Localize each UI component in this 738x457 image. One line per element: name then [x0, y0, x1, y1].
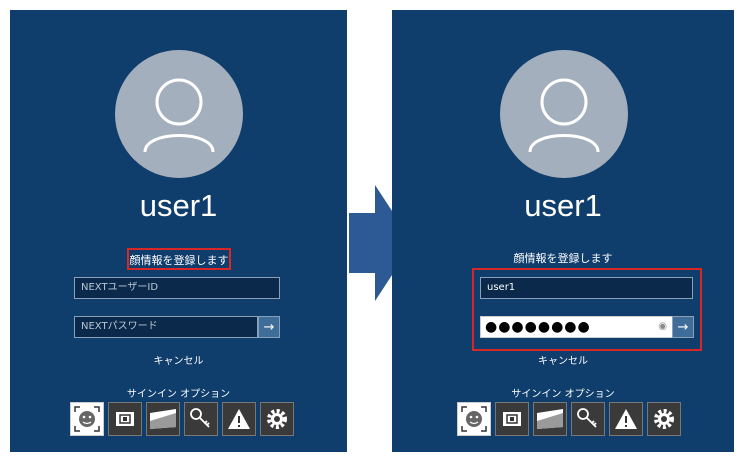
username-label: user1 [524, 188, 602, 223]
signin-options-label: サインイン オプション [511, 389, 615, 400]
user-avatar [115, 50, 243, 178]
signin-options-bar [457, 402, 681, 436]
reveal-password-icon[interactable]: ◉ [658, 317, 668, 337]
signin-options-label: サインイン オプション [126, 389, 231, 400]
security-card-icon[interactable] [146, 402, 180, 436]
register-face-link[interactable]: 顔情報を登録します [127, 248, 231, 270]
pin-keypad-icon[interactable] [108, 402, 142, 436]
userid-input[interactable]: NEXTユーザーID [74, 277, 280, 299]
login-screen-after: user1 顔情報を登録します user1 ●●●●●●●● ◉ → キャンセル… [392, 10, 734, 452]
face-recognition-icon[interactable] [70, 402, 104, 436]
user-avatar [500, 50, 628, 178]
cancel-link[interactable]: キャンセル [392, 352, 734, 367]
submit-arrow-button[interactable]: → [258, 316, 280, 338]
user-silhouette-icon [143, 78, 215, 153]
security-card-icon[interactable] [533, 402, 567, 436]
username-label: user1 [139, 188, 218, 223]
password-masked-text: ●●●●●●●● [485, 319, 591, 335]
submit-arrow-button[interactable]: → [672, 316, 694, 338]
userid-input[interactable]: user1 [480, 277, 693, 299]
gear-icon[interactable] [260, 402, 294, 436]
key-icon[interactable] [184, 402, 218, 436]
face-recognition-icon[interactable] [457, 402, 491, 436]
signin-options-bar [70, 402, 294, 436]
gear-icon[interactable] [647, 402, 681, 436]
warning-icon[interactable] [222, 402, 256, 436]
warning-icon[interactable] [609, 402, 643, 436]
pin-keypad-icon[interactable] [495, 402, 529, 436]
register-face-link[interactable]: 顔情報を登録します [392, 248, 734, 270]
user-silhouette-icon [528, 78, 600, 153]
password-input[interactable]: ●●●●●●●● ◉ [480, 316, 675, 338]
cancel-link[interactable]: キャンセル [10, 352, 347, 367]
key-icon[interactable] [571, 402, 605, 436]
login-screen-before: user1 顔情報を登録します NEXTユーザーID NEXTパスワード → キ… [10, 10, 347, 452]
password-input[interactable]: NEXTパスワード [74, 316, 258, 338]
